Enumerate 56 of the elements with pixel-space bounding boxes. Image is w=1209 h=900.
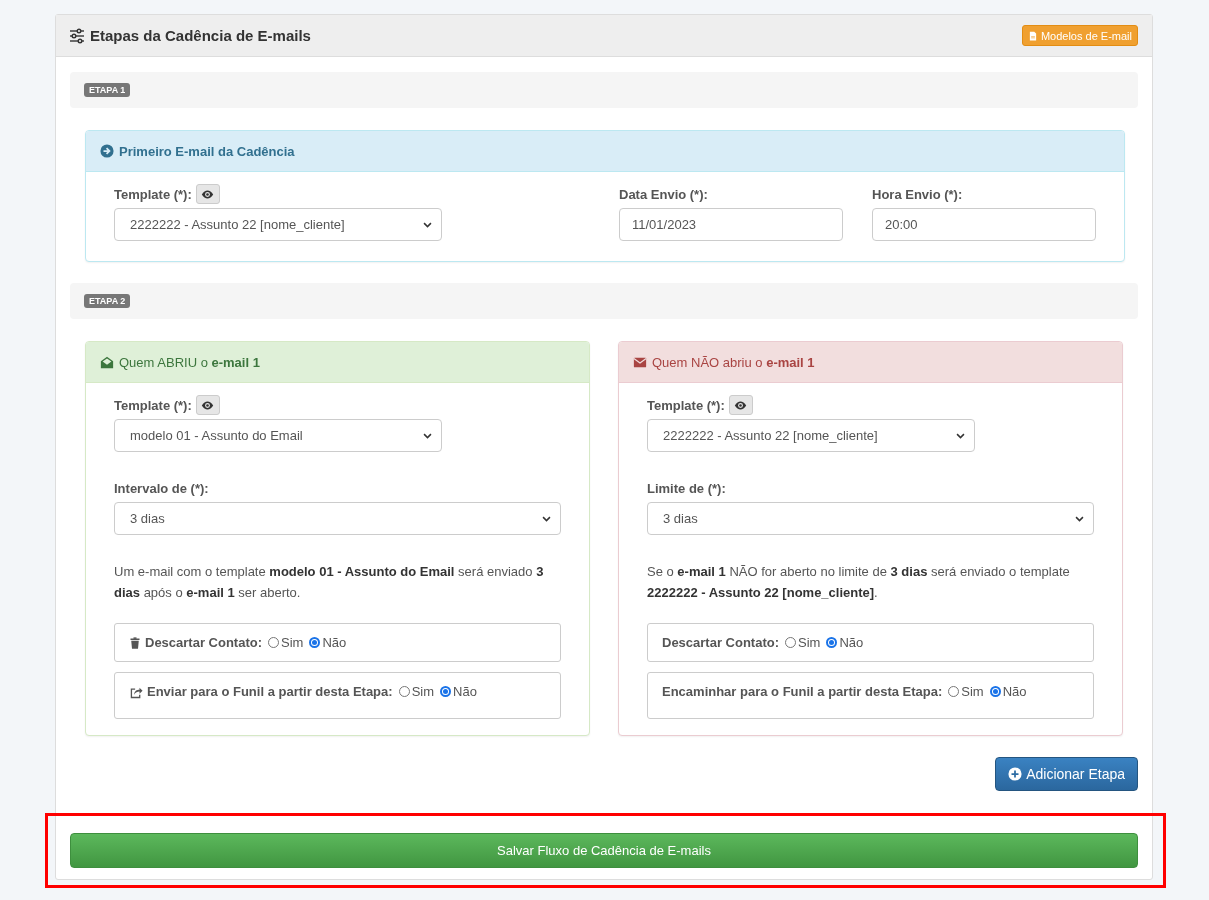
preview-button[interactable] (728, 395, 753, 415)
plus-circle-icon (1008, 767, 1023, 781)
field-label: Hora Envio (*): (872, 186, 963, 202)
radio-label: Não (839, 635, 864, 650)
option-label: Descartar Contato: (145, 635, 263, 650)
radio-button[interactable] (268, 637, 280, 648)
stage-badge: ETAPA 1 (84, 83, 131, 97)
template-select[interactable]: 2222222 - Assunto 22 [nome_cliente] (647, 419, 975, 452)
input-field[interactable]: 11/01/2023 (619, 208, 843, 241)
field-label: Intervalo de (*): (114, 480, 209, 496)
radio-label: Não (322, 635, 347, 650)
option-label: Enviar para o Funil a partir desta Etapa: (147, 684, 393, 699)
field-label: Template (*): (647, 397, 725, 413)
sliders-icon (69, 27, 85, 44)
radio-button[interactable] (785, 637, 797, 648)
radio-label: Não (453, 684, 477, 699)
eye-icon (201, 398, 215, 412)
open-envelope-icon (100, 355, 114, 369)
field-label: Limite de (*): (647, 480, 726, 496)
template-select[interactable]: 2222222 - Assunto 22 [nome_cliente] (114, 208, 442, 241)
preview-button[interactable] (195, 395, 220, 415)
field-label: Template (*): (114, 397, 192, 413)
input-field[interactable]: 20:00 (872, 208, 1096, 241)
field-label: Template (*): (114, 186, 192, 202)
field-label: Data Envio (*): (619, 186, 708, 202)
description-text: Um e-mail com o template modelo 01 - Assunto do Email será enviado 3 dias após o e-mail 1 ser aberto. (114, 563, 545, 602)
card-title: Quem ABRIU o e-mail 1 (119, 354, 260, 370)
radio-label: Sim (411, 684, 434, 699)
radio-label: Sim (798, 635, 821, 650)
add-stage-button[interactable]: Adicionar Etapa (995, 757, 1138, 791)
stage-badge: ETAPA 2 (84, 294, 131, 308)
option-label: Descartar Contato: (662, 635, 780, 650)
preview-button[interactable] (195, 184, 220, 204)
radio-button[interactable] (309, 637, 321, 648)
eye-icon (734, 398, 748, 412)
envelope-icon (633, 355, 647, 369)
radio-button[interactable] (948, 686, 960, 697)
radio-button[interactable] (826, 637, 838, 648)
radio-label: Sim (961, 684, 984, 699)
radio-button[interactable] (398, 686, 410, 697)
arrow-circle-icon (100, 144, 114, 158)
file-icon (1027, 30, 1038, 41)
select-field[interactable]: 3 dias (647, 502, 1094, 535)
card-title: Quem NÃO abriu o e-mail 1 (652, 354, 815, 370)
trash-icon (129, 636, 141, 649)
description-text: Se o e-mail 1 NÃO for aberto no limite de 3 dias será enviado o template 2222222 - Assunto 22 [nome_cliente]. (647, 563, 1071, 602)
panel-title: Etapas da Cadência de E-mails (90, 27, 311, 44)
template-select[interactable]: modelo 01 - Assunto do Email (114, 419, 442, 452)
radio-button[interactable] (440, 686, 451, 697)
radio-label: Não (1002, 684, 1027, 699)
card-title: Primeiro E-mail da Cadência (119, 143, 295, 159)
eye-icon (201, 187, 215, 201)
radio-button[interactable] (989, 686, 1001, 697)
option-label: Encaminhar para o Funil a partir desta Etapa: (662, 684, 943, 699)
radio-label: Sim (281, 635, 304, 650)
select-field[interactable]: 3 dias (114, 502, 561, 535)
